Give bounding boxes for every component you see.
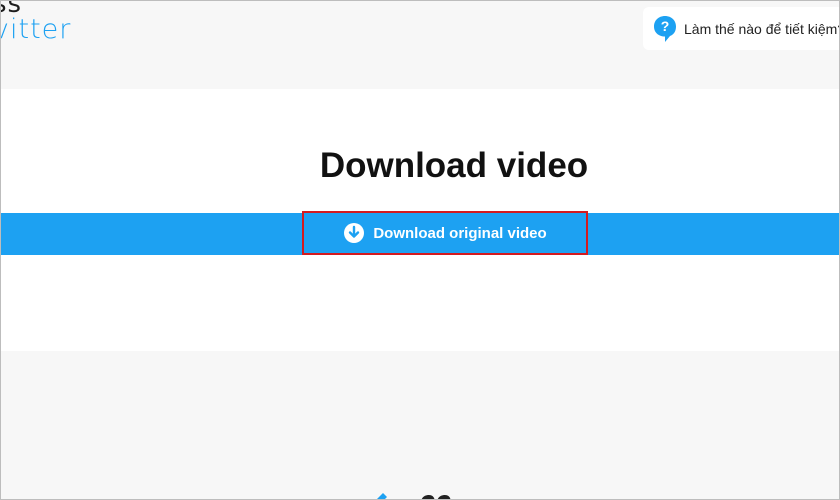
site-header: ss vitter ? Làm thế nào để tiết kiệm? [1,1,839,89]
help-link[interactable]: ? Làm thế nào để tiết kiệm? [643,7,840,50]
page-title: Download video [319,146,589,185]
svg-text:?: ? [661,18,670,34]
question-bubble-icon: ? [653,15,677,43]
download-button-label: Download original video [373,224,547,242]
download-original-video-button[interactable]: Download original video [302,211,588,255]
logo-top-text: ss [1,0,23,19]
logo-bottom-text: vitter [0,14,72,45]
help-link-text: Làm thế nào để tiết kiệm? [684,20,840,37]
browser-viewport: ss vitter ? Làm thế nào để tiết kiệm? Do… [0,0,840,500]
site-logo[interactable]: ss vitter [0,0,72,47]
footer-logo-partial [373,489,453,499]
download-arrow-circle-icon [343,222,365,244]
download-panel: Download video Download original video [1,89,839,351]
